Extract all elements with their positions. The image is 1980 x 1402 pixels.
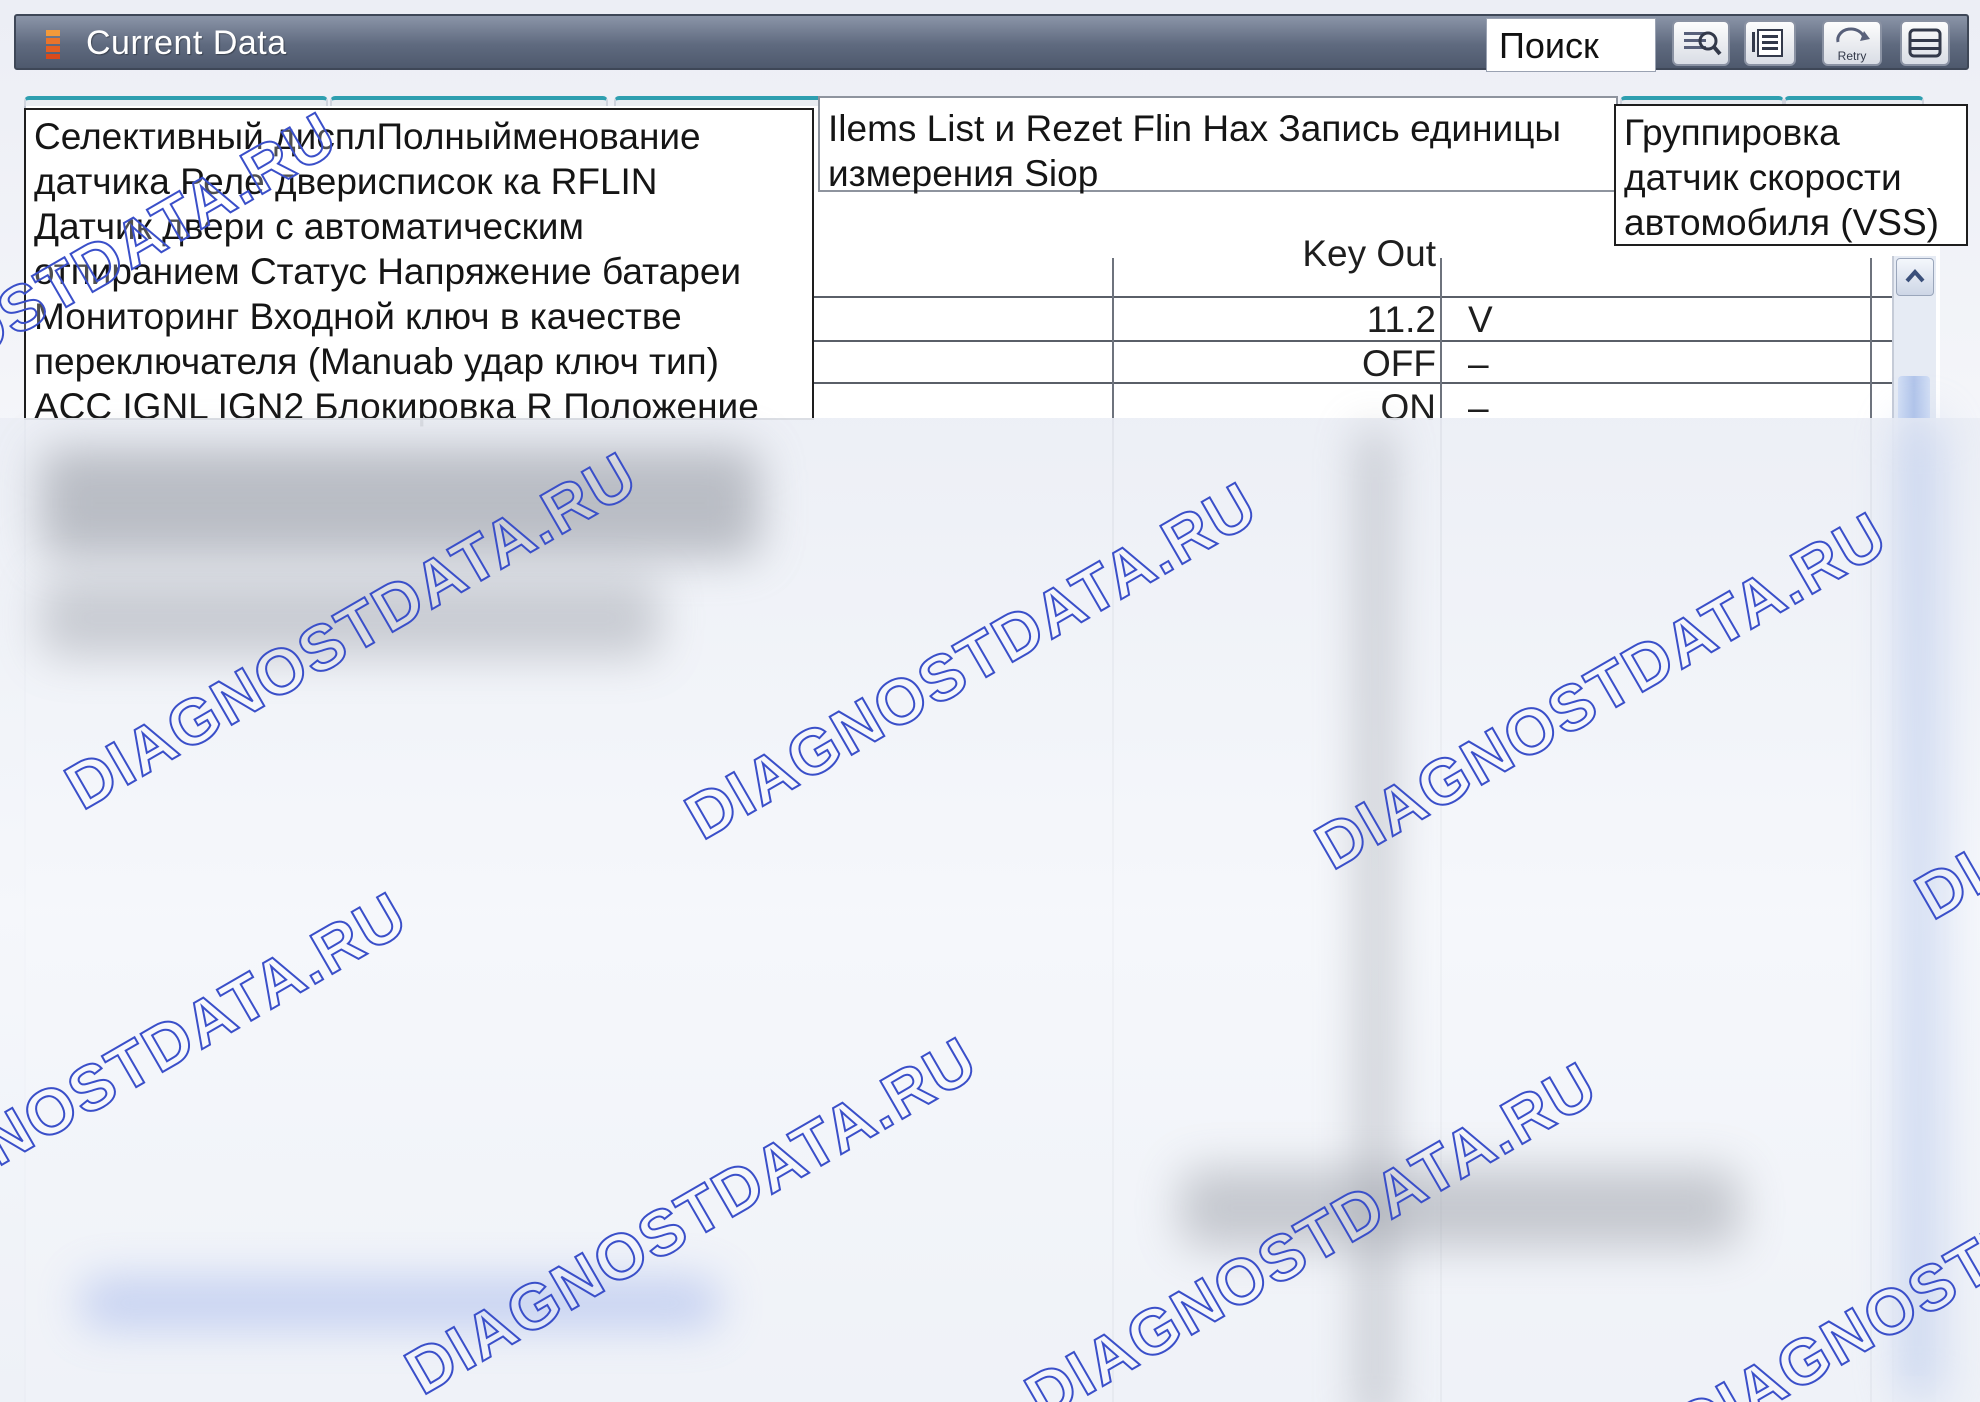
column-header-tooltip: Группировка датчик скорости автомобиля (… (1614, 104, 1968, 246)
table-header-key-out: Key Out (1302, 233, 1436, 274)
column-header-tooltip: Ilems List и Rezet Flin Hax Запись едини… (818, 96, 1618, 194)
zoom-icon (1684, 31, 1722, 56)
retry-label: Retry (1838, 49, 1867, 63)
chevron-up-icon (1905, 268, 1925, 283)
window-title: Current Data (86, 24, 287, 62)
retry-icon: Retry (1836, 27, 1870, 63)
current-data-window: Current Data Поиск Retry Key Out 11.2 V … (0, 0, 1980, 1402)
table-row-value: 11.2 (1366, 299, 1436, 340)
list-button[interactable] (1744, 20, 1796, 66)
table-row-unit: V (1468, 299, 1493, 340)
blurred-content (40, 448, 760, 558)
blurred-content (1360, 428, 1390, 1402)
retry-button[interactable]: Retry (1822, 20, 1882, 66)
list-icon (1752, 29, 1783, 57)
menu-icon (1908, 28, 1942, 58)
menu-button[interactable] (1900, 20, 1950, 66)
scroll-up-button[interactable] (1896, 258, 1934, 296)
table-row-value: OFF (1362, 343, 1436, 384)
search-input[interactable]: Поиск (1486, 18, 1656, 72)
blurred-region (0, 418, 1980, 1402)
title-bar: Current Data Поиск Retry (14, 14, 1969, 72)
table-row-unit: – (1468, 343, 1489, 384)
zoom-button[interactable] (1672, 20, 1730, 66)
app-icon (46, 30, 60, 59)
